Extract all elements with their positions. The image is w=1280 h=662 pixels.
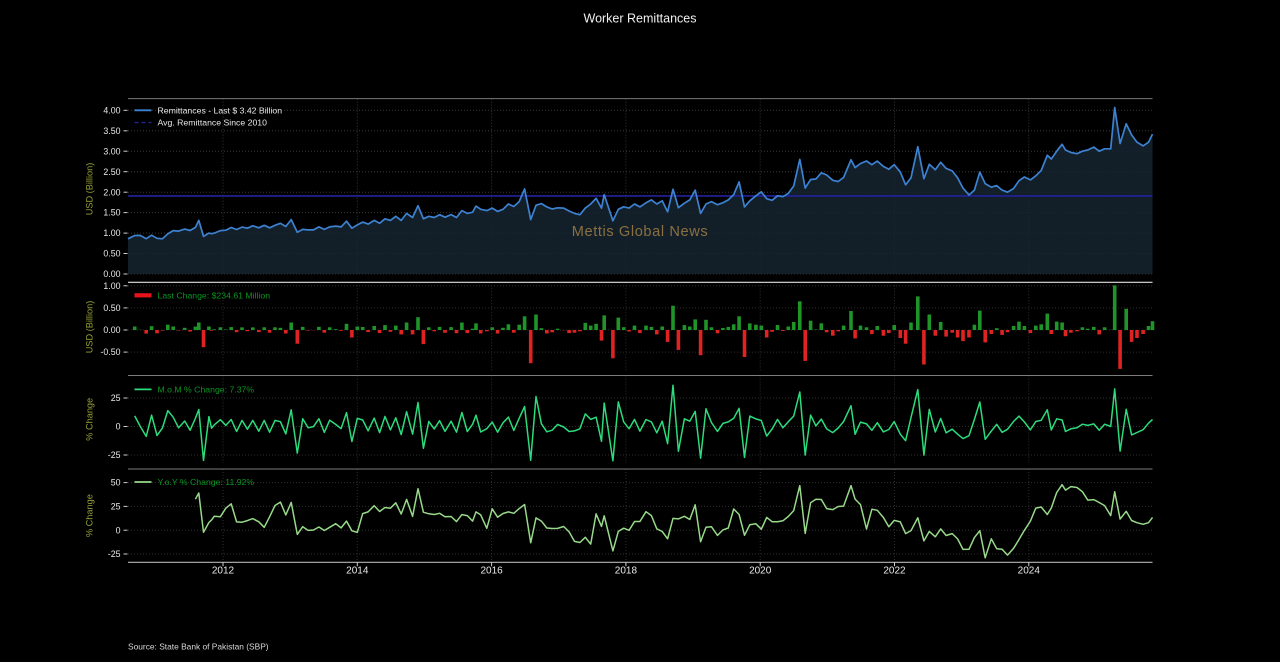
svg-text:Last Change: $234.61 Million: Last Change: $234.61 Million	[158, 291, 271, 301]
svg-text:2022: 2022	[883, 566, 906, 577]
svg-text:0: 0	[116, 525, 121, 535]
svg-text:USD (Billion): USD (Billion)	[85, 301, 95, 354]
svg-text:2018: 2018	[615, 566, 638, 577]
svg-text:0.00: 0.00	[103, 269, 120, 279]
svg-text:3.50: 3.50	[103, 126, 120, 136]
svg-text:1.00: 1.00	[103, 228, 120, 238]
svg-text:Y.o.Y % Change: 11.92%: Y.o.Y % Change: 11.92%	[158, 477, 255, 487]
svg-text:0.50: 0.50	[103, 303, 120, 313]
svg-text:2024: 2024	[1018, 566, 1041, 577]
svg-text:0: 0	[116, 422, 121, 432]
svg-text:Avg. Remittance Since 2010: Avg. Remittance Since 2010	[158, 118, 268, 128]
svg-text:% Change: % Change	[85, 398, 95, 441]
svg-text:2.50: 2.50	[103, 167, 120, 177]
svg-text:% Change: % Change	[85, 494, 95, 537]
svg-text:-0.50: -0.50	[100, 347, 120, 357]
svg-text:25: 25	[111, 393, 121, 403]
svg-text:M.o.M % Change: 7.37%: M.o.M % Change: 7.37%	[158, 385, 255, 395]
svg-text:2020: 2020	[749, 566, 772, 577]
svg-text:2012: 2012	[212, 566, 235, 577]
svg-text:2014: 2014	[346, 566, 369, 577]
svg-text:4.00: 4.00	[103, 105, 120, 115]
svg-text:0.00: 0.00	[103, 325, 120, 335]
svg-text:50: 50	[111, 478, 121, 488]
svg-text:1.50: 1.50	[103, 208, 120, 218]
svg-text:0.50: 0.50	[103, 249, 120, 259]
svg-text:-25: -25	[108, 450, 121, 460]
svg-text:-25: -25	[108, 549, 121, 559]
svg-text:2016: 2016	[480, 566, 503, 577]
svg-text:3.00: 3.00	[103, 146, 120, 156]
svg-text:Remittances - Last $ 3.42 Bill: Remittances - Last $ 3.42 Billion	[158, 105, 283, 115]
svg-text:USD (Billion): USD (Billion)	[85, 163, 95, 216]
svg-text:Worker Remittances: Worker Remittances	[584, 12, 697, 26]
svg-text:1.00: 1.00	[103, 281, 120, 291]
svg-text:2.00: 2.00	[103, 187, 120, 197]
svg-text:Source: State Bank of Pakistan: Source: State Bank of Pakistan (SBP)	[128, 642, 269, 652]
svg-text:Mettis Global News: Mettis Global News	[572, 224, 709, 240]
svg-text:25: 25	[111, 502, 121, 512]
